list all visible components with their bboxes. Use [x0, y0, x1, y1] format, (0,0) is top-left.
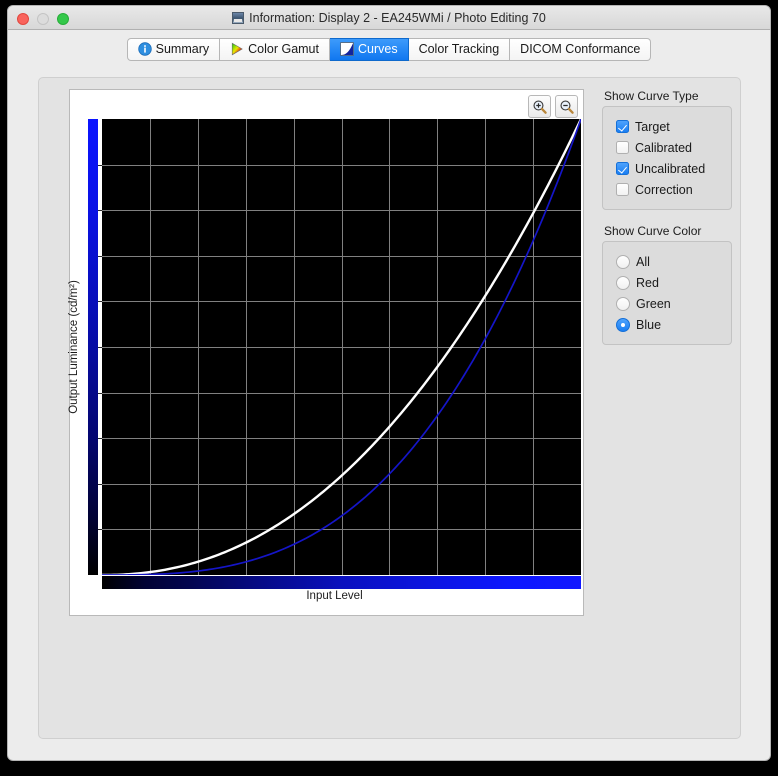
- checkbox-target[interactable]: [616, 120, 629, 133]
- checkbox-target-label: Target: [635, 120, 670, 134]
- tab-dicom-conformance[interactable]: DICOM Conformance: [510, 38, 651, 61]
- curve-color-box: All Red Green Blue: [602, 241, 732, 345]
- plot-area: [88, 119, 581, 575]
- tab-bar: Summary: [8, 30, 770, 68]
- tab-summary-label: Summary: [156, 42, 209, 56]
- checkbox-calibrated[interactable]: [616, 141, 629, 154]
- tab-group: Summary: [127, 38, 652, 61]
- tab-color-gamut-label: Color Gamut: [248, 42, 319, 56]
- radio-red-label: Red: [636, 276, 659, 290]
- display-info-icon: [232, 12, 244, 24]
- application-window: Information: Display 2 - EA245WMi / Phot…: [7, 5, 771, 761]
- checkbox-row-target[interactable]: Target: [616, 116, 723, 137]
- radio-row-blue[interactable]: Blue: [616, 314, 723, 335]
- checkbox-correction-label: Correction: [635, 183, 693, 197]
- radio-all-label: All: [636, 255, 650, 269]
- magnifier-minus-icon: [559, 99, 575, 115]
- zoom-out-button[interactable]: [555, 95, 578, 118]
- checkbox-uncalibrated-label: Uncalibrated: [635, 162, 705, 176]
- curve-graph-icon: [340, 42, 354, 56]
- curves-chart-card: Output Luminance (cd/m²) Input Level: [69, 89, 584, 616]
- checkbox-calibrated-label: Calibrated: [635, 141, 692, 155]
- x-axis-label: Input Level: [88, 590, 581, 602]
- y-axis-label: Output Luminance (cd/m²): [68, 119, 80, 575]
- radio-row-green[interactable]: Green: [616, 293, 723, 314]
- tab-color-gamut[interactable]: Color Gamut: [220, 38, 330, 61]
- zoom-in-button[interactable]: [528, 95, 551, 118]
- radio-blue[interactable]: [616, 318, 630, 332]
- tab-color-tracking-label: Color Tracking: [419, 42, 500, 56]
- y-axis-luminance-ramp: [88, 119, 98, 575]
- window-title: Information: Display 2 - EA245WMi / Phot…: [249, 11, 546, 25]
- radio-green-label: Green: [636, 297, 671, 311]
- radio-row-red[interactable]: Red: [616, 272, 723, 293]
- chart-options-panel: Show Curve Type Target Calibrated Uncali…: [602, 89, 732, 345]
- curve-color-group: Show Curve Color All Red Green: [602, 224, 732, 345]
- checkbox-row-calibrated[interactable]: Calibrated: [616, 137, 723, 158]
- curve-type-box: Target Calibrated Uncalibrated Correctio…: [602, 106, 732, 210]
- radio-row-all[interactable]: All: [616, 251, 723, 272]
- window-titlebar: Information: Display 2 - EA245WMi / Phot…: [8, 6, 770, 30]
- radio-red[interactable]: [616, 276, 630, 290]
- curve-type-title: Show Curve Type: [604, 89, 732, 103]
- tab-curves-label: Curves: [358, 42, 398, 56]
- radio-blue-label: Blue: [636, 318, 661, 332]
- tab-dicom-conformance-label: DICOM Conformance: [520, 42, 640, 56]
- info-circle-icon: [138, 42, 152, 56]
- curve-color-title: Show Curve Color: [604, 224, 732, 238]
- window-title-group: Information: Display 2 - EA245WMi / Phot…: [8, 6, 770, 30]
- radio-all[interactable]: [616, 255, 630, 269]
- color-triangle-icon: [230, 42, 244, 56]
- checkbox-row-correction[interactable]: Correction: [616, 179, 723, 200]
- radio-green[interactable]: [616, 297, 630, 311]
- checkbox-row-uncalibrated[interactable]: Uncalibrated: [616, 158, 723, 179]
- curves-plot[interactable]: [102, 119, 581, 575]
- checkbox-uncalibrated[interactable]: [616, 162, 629, 175]
- magnifier-plus-icon: [532, 99, 548, 115]
- tab-content-panel: Output Luminance (cd/m²) Input Level Sho…: [38, 77, 741, 739]
- tab-color-tracking[interactable]: Color Tracking: [409, 38, 511, 61]
- tab-summary[interactable]: Summary: [127, 38, 220, 61]
- curve-type-group: Show Curve Type Target Calibrated Uncali…: [602, 89, 732, 210]
- checkbox-correction[interactable]: [616, 183, 629, 196]
- chart-zoom-controls: [528, 95, 578, 118]
- tab-curves[interactable]: Curves: [330, 38, 409, 61]
- plot-gridlines: [102, 119, 581, 575]
- x-axis-input-ramp: [102, 576, 581, 589]
